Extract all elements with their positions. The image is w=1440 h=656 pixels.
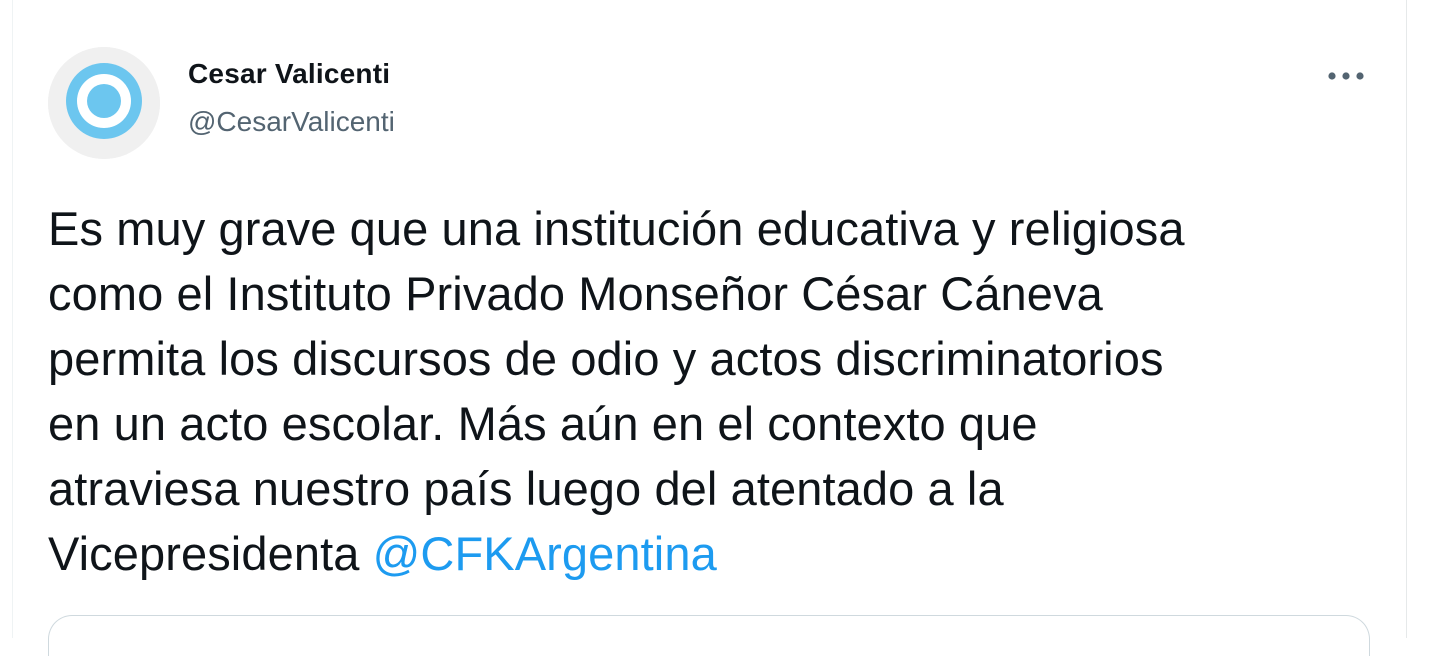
tweet-body-line: Es muy grave que una institución educati… — [48, 202, 1185, 255]
author-display-name[interactable]: Cesar Valicenti — [188, 58, 390, 90]
more-options-button[interactable] — [1318, 58, 1374, 94]
tweet-body-line: como el Instituto Privado Monseñor César… — [48, 267, 1103, 320]
mention-link[interactable]: @CFKArgentina — [373, 527, 717, 580]
tweet-body-line: permita los discursos de odio y actos di… — [48, 332, 1164, 385]
more-options-icon — [1328, 72, 1364, 80]
tweet-body: Es muy grave que una institución educati… — [48, 196, 1368, 586]
tweet-screenshot: Cesar Valicenti @CesarValicenti Es muy g… — [0, 0, 1440, 656]
tweet-body-last-line-text: Vicepresidenta — [48, 527, 373, 580]
quoted-embed-card[interactable] — [48, 615, 1370, 656]
tweet-body-line: en un acto escolar. Más aún en el contex… — [48, 397, 1038, 450]
author-handle[interactable]: @CesarValicenti — [188, 106, 395, 138]
argentina-sun-avatar-icon — [48, 47, 160, 159]
avatar[interactable] — [48, 47, 160, 159]
tweet-body-line: atraviesa nuestro país luego del atentad… — [48, 462, 1004, 515]
tweet-body-last-line: Vicepresidenta @CFKArgentina — [48, 521, 1368, 586]
